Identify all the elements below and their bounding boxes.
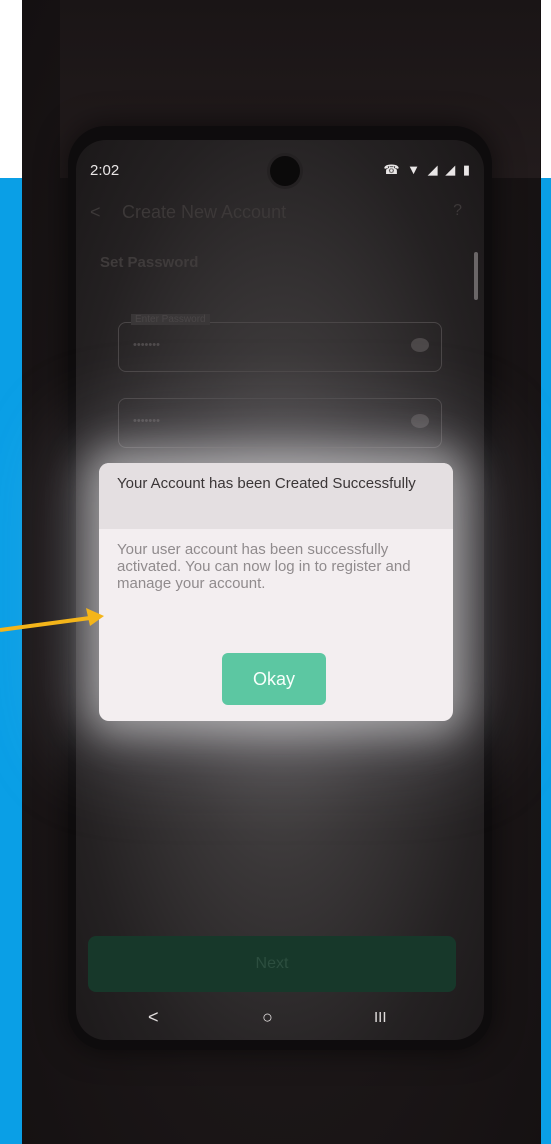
- password-field-value: •••••••: [133, 339, 160, 351]
- confirm-password-field[interactable]: •••••••: [118, 398, 442, 448]
- section-title: Set Password: [100, 254, 199, 271]
- next-button[interactable]: Next: [88, 936, 456, 992]
- arrow-shaft: [0, 616, 91, 632]
- confirm-password-field-value: •••••••: [133, 415, 160, 427]
- frame-right-white-band: [541, 0, 551, 178]
- status-icons: ☎ ▼ ◢ ◢ ▮: [383, 162, 472, 177]
- password-field-label: Enter Password: [131, 314, 210, 325]
- annotation-arrow-icon: [0, 608, 104, 632]
- nav-back-icon[interactable]: <: [148, 1007, 159, 1028]
- eye-icon[interactable]: [411, 414, 429, 428]
- success-dialog: Your Account has been Created Successful…: [99, 463, 453, 721]
- okay-button[interactable]: Okay: [222, 653, 326, 705]
- status-time: 2:02: [90, 162, 120, 179]
- dialog-header: [99, 463, 453, 529]
- back-arrow-icon[interactable]: <: [90, 202, 101, 223]
- dialog-message: Your user account has been successfully …: [117, 541, 411, 592]
- arrow-head: [86, 608, 104, 626]
- dialog-title: Your Account has been Created Successful…: [117, 475, 416, 492]
- scrollbar[interactable]: [474, 252, 478, 300]
- password-field[interactable]: Enter Password •••••••: [118, 314, 442, 372]
- camera-icon: [270, 156, 300, 186]
- nav-recents-icon[interactable]: III: [374, 1009, 387, 1026]
- screen-title: Create New Account: [122, 202, 287, 222]
- nav-home-icon[interactable]: ○: [262, 1007, 273, 1028]
- navigation-bar: < ○ III: [76, 995, 484, 1040]
- eye-icon[interactable]: [411, 338, 429, 352]
- help-icon[interactable]: ?: [453, 202, 462, 220]
